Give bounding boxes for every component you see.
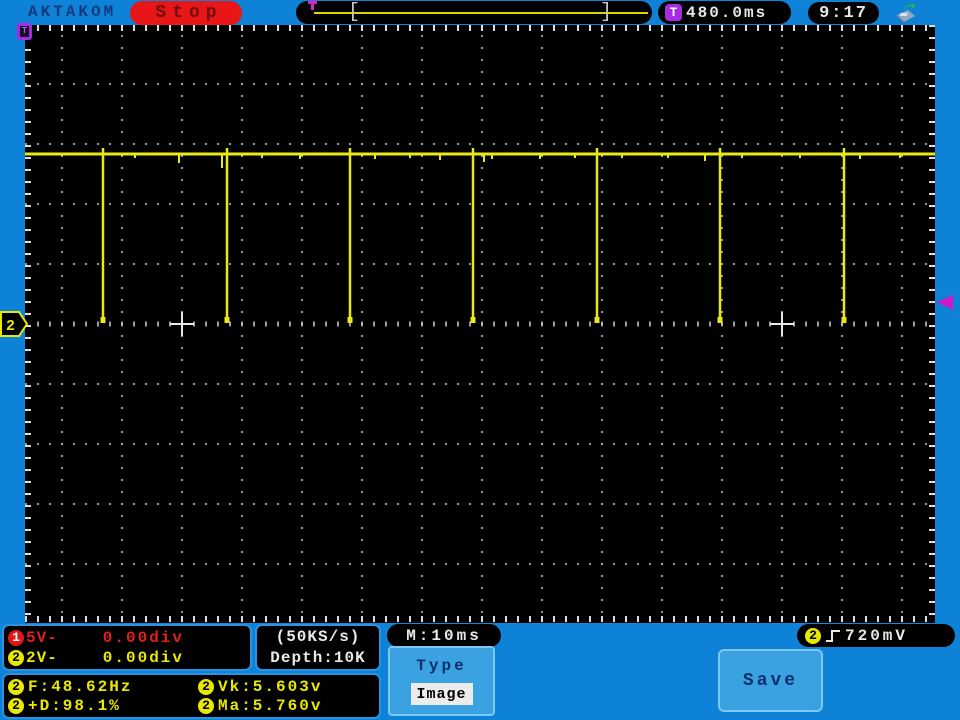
memory-depth: Depth:10K (270, 649, 366, 668)
measurement-badge: 2 (8, 697, 24, 714)
trigger-position-marker-icon[interactable] (308, 1, 317, 10)
measurement-value: Ma:5.760v (218, 696, 323, 715)
ch1-badge: 1 (8, 629, 24, 646)
ch2-scale-row: 2 2V- 0.00div (8, 648, 246, 667)
oscilloscope-screen: AKTAKOM Stop [ ] T 480.0ms 9:17 T 2 1 5V… (0, 0, 960, 720)
run-stop-label: Stop (155, 3, 223, 23)
clock: 9:17 (808, 2, 879, 24)
record-line (314, 12, 648, 14)
trigger-source-badge: 2 (805, 627, 821, 644)
ch2-offset: 0.00div (102, 648, 184, 667)
measurement-value: Vk:5.603v (218, 677, 323, 696)
timebase-readout: M:10ms (387, 624, 501, 647)
menu-type-selected-option[interactable]: Image (410, 683, 473, 706)
run-stop-indicator[interactable]: Stop (130, 1, 242, 25)
measurement-badge: 2 (198, 678, 214, 695)
trigger-time-readout: T 480.0ms (658, 1, 791, 24)
save-menu-panel: Type Image (388, 646, 495, 716)
ch2-marker-label: 2 (6, 318, 15, 335)
measurement-max: 2 Ma:5.760v (198, 696, 375, 715)
ch1-scale: 5V- (26, 628, 58, 647)
measurement-badge: 2 (198, 697, 214, 714)
ch2-badge: 2 (8, 649, 24, 666)
usb-save-icon (897, 3, 916, 24)
trigger-level-arrow-icon[interactable] (935, 294, 955, 312)
trigger-time-value: 480.0ms (686, 3, 768, 22)
measurements-panel: 2 F:48.62Hz 2 Vk:5.603v 2 +D:98.1% 2 Ma:… (2, 673, 381, 719)
measurement-value: F:48.62Hz (28, 677, 133, 696)
measurement-duty: 2 +D:98.1% (8, 696, 198, 715)
measurement-vpk: 2 Vk:5.603v (198, 677, 375, 696)
window-left-bracket: [ (348, 1, 361, 24)
ch2-scale: 2V- (26, 648, 58, 667)
acquisition-panel: (50KS/s) Depth:10K (255, 624, 381, 671)
rising-edge-icon (826, 629, 840, 642)
trigger-t-icon: T (665, 4, 682, 21)
ch1-scale-row: 1 5V- 0.00div (8, 628, 246, 647)
measurement-frequency: 2 F:48.62Hz (8, 677, 198, 696)
ch1-offset: 0.00div (102, 628, 184, 647)
save-button[interactable]: Save (718, 649, 823, 712)
trigger-position-bar[interactable]: [ ] (296, 1, 652, 24)
menu-type-label: Type (416, 656, 467, 675)
trigger-level-readout: 2 720mV (797, 624, 955, 647)
trigger-corner-marker-icon: T (17, 23, 32, 40)
measurement-badge: 2 (8, 678, 24, 695)
waveform-plot (25, 25, 935, 622)
window-right-bracket: ] (600, 1, 613, 24)
brand-logo: AKTAKOM (28, 3, 117, 21)
ch2-zero-marker[interactable]: 2 (0, 309, 30, 339)
sample-rate: (50KS/s) (275, 627, 361, 646)
channel-scale-panel: 1 5V- 0.00div 2 2V- 0.00div (2, 624, 252, 671)
trigger-level-value: 720mV (845, 626, 909, 645)
measurement-value: +D:98.1% (28, 696, 121, 715)
